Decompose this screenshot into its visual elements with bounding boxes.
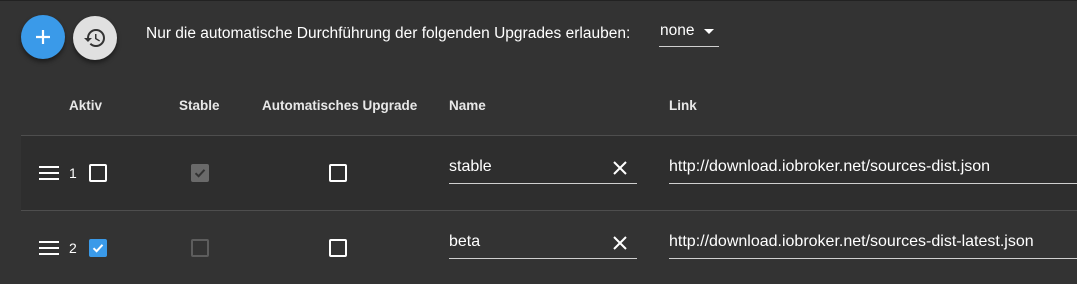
name-field-value: beta [449, 233, 481, 250]
link-field[interactable]: http://download.iobroker.net/sources-dis… [669, 228, 1077, 259]
plus-icon [36, 30, 50, 44]
header-name: Name [449, 98, 486, 113]
upgrade-select-value: none [660, 22, 695, 39]
auto-upgrade-checkbox[interactable] [329, 239, 347, 257]
header-link: Link [669, 98, 697, 113]
header-stable: Stable [179, 98, 220, 113]
stable-checkbox [191, 164, 209, 182]
restore-defaults-button[interactable] [73, 16, 117, 60]
clear-icon[interactable] [611, 234, 629, 252]
drag-handle-icon[interactable] [39, 241, 59, 255]
dropdown-arrow-icon [704, 29, 714, 34]
row-index: 2 [69, 240, 77, 256]
restore-icon [84, 29, 105, 48]
header-active: Aktiv [69, 98, 103, 113]
add-repository-button[interactable] [21, 15, 65, 59]
link-field[interactable]: http://download.iobroker.net/sources-dis… [669, 153, 1077, 184]
row-index: 1 [69, 165, 77, 181]
auto-upgrade-checkbox[interactable] [329, 164, 347, 182]
upgrade-restriction-label: Nur die automatische Durchführung der fo… [146, 25, 631, 42]
name-field[interactable]: beta [449, 228, 637, 259]
link-field-value: http://download.iobroker.net/sources-dis… [669, 233, 1034, 250]
drag-handle-icon[interactable] [39, 166, 59, 180]
link-field-value: http://download.iobroker.net/sources-dis… [669, 158, 991, 175]
top-divider [0, 0, 1077, 1]
header-auto-upgrade: Automatisches Upgrade [262, 98, 418, 113]
checkmark-icon [92, 244, 104, 253]
name-field[interactable]: stable [449, 153, 637, 184]
row-divider [21, 210, 1077, 211]
active-checkbox[interactable] [89, 164, 107, 182]
name-field-value: stable [449, 158, 492, 175]
checkmark-icon [194, 169, 206, 178]
stable-checkbox [191, 239, 209, 257]
active-checkbox[interactable] [89, 239, 107, 257]
upgrade-restriction-select[interactable]: none [659, 20, 719, 47]
clear-icon[interactable] [611, 159, 629, 177]
